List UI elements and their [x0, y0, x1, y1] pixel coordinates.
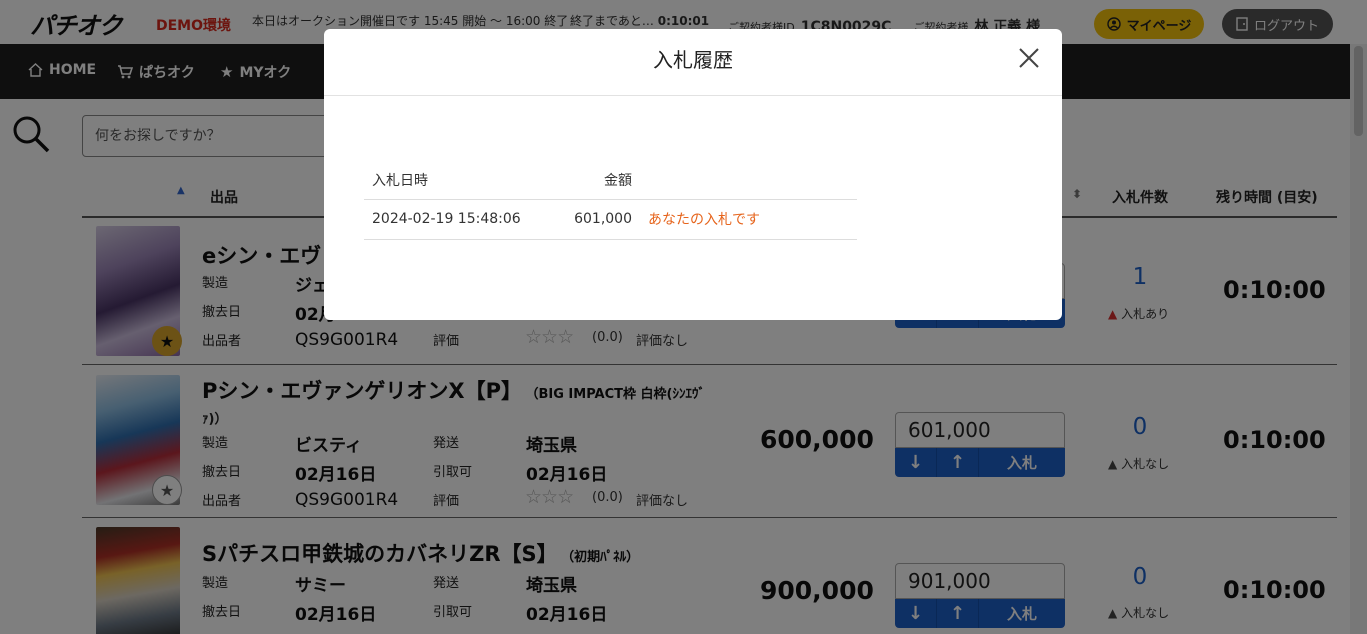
bid-history-modal: 入札履歴 入札日時 金額 2024-02-19 15:48:06 601,000… [324, 29, 1062, 320]
col-note [640, 162, 857, 200]
bid-history-row: 2024-02-19 15:48:06 601,000 あなたの入札です [364, 199, 857, 240]
modal-title: 入札履歴 [653, 48, 733, 72]
bid-amount: 601,000 [554, 199, 640, 240]
col-datetime: 入札日時 [364, 162, 554, 200]
bid-history-header-row: 入札日時 金額 [364, 162, 857, 200]
bid-history-table: 入札日時 金額 2024-02-19 15:48:06 601,000 あなたの… [364, 162, 857, 240]
bid-note: あなたの入札です [640, 199, 857, 240]
bid-datetime: 2024-02-19 15:48:06 [364, 199, 554, 240]
close-icon[interactable] [1016, 45, 1042, 71]
modal-divider [324, 95, 1062, 96]
col-amount: 金額 [554, 162, 640, 200]
